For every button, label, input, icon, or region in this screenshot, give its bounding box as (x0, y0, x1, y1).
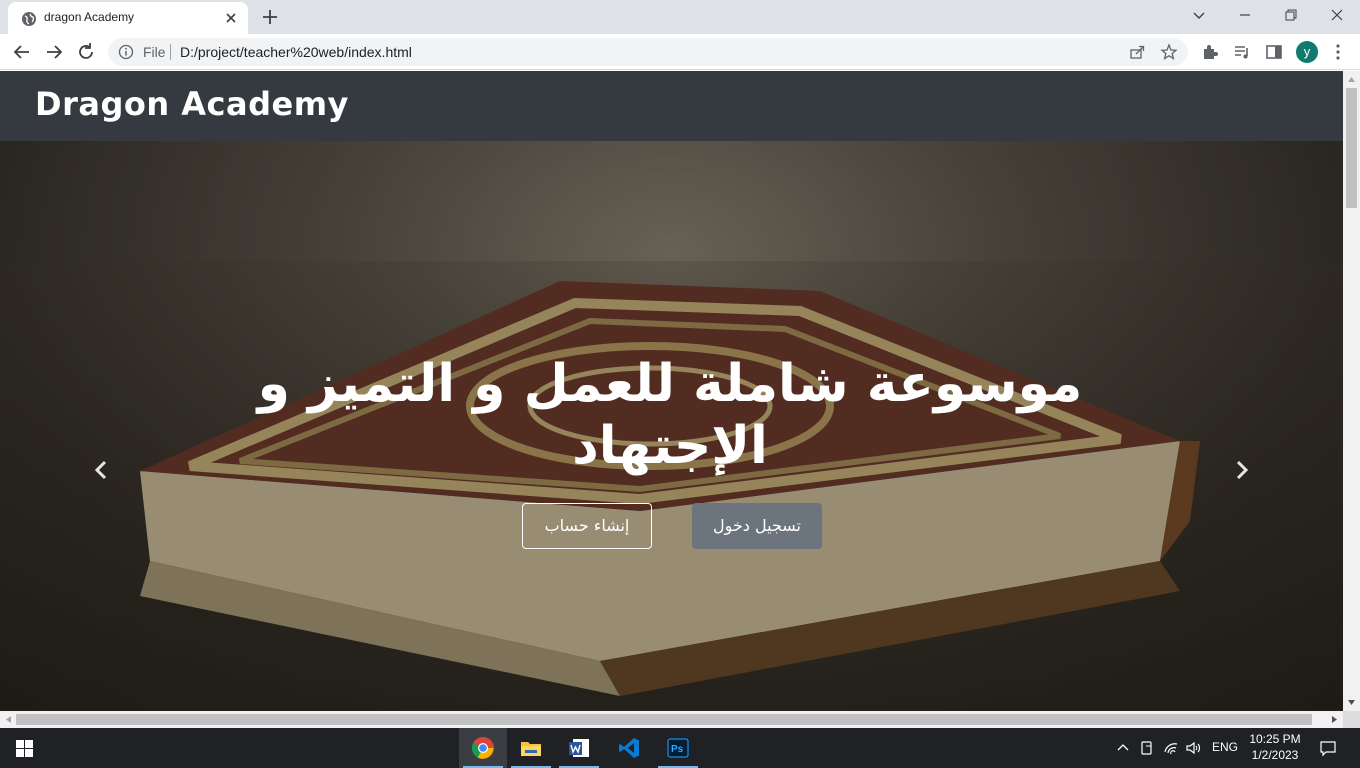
chevron-up-icon[interactable] (1114, 739, 1132, 757)
clock-time: 10:25 PM (1249, 732, 1301, 746)
photoshop-icon: Ps (667, 738, 689, 758)
device-icon[interactable] (1138, 739, 1156, 757)
scroll-down-icon[interactable] (1347, 698, 1356, 707)
brand-logo[interactable]: Dragon Academy (35, 85, 349, 123)
word-icon (569, 739, 589, 757)
volume-icon[interactable] (1185, 739, 1203, 757)
back-arrow-icon[interactable] (10, 40, 34, 64)
browser-toolbar: File D:/project/teacher%20web/index.html… (0, 34, 1360, 70)
vertical-scroll-thumb[interactable] (1346, 88, 1357, 208)
close-icon (1331, 9, 1343, 21)
bookmark-star-icon[interactable] (1160, 43, 1178, 61)
login-button[interactable]: تسجيل دخول (692, 503, 822, 549)
info-icon[interactable] (118, 44, 134, 60)
scroll-right-icon[interactable] (1330, 715, 1339, 724)
scroll-up-icon[interactable] (1347, 75, 1356, 84)
input-language[interactable]: ENG (1212, 740, 1238, 754)
new-tab-button[interactable] (259, 6, 281, 28)
tab-title: dragon Academy (44, 10, 135, 24)
close-window-button[interactable] (1314, 0, 1360, 30)
horizontal-scroll-thumb[interactable] (16, 714, 1312, 725)
hero-heading: موسوعة شاملة للعمل و التميز و الإجتهاد (257, 354, 1083, 476)
scroll-left-icon[interactable] (4, 715, 13, 724)
wifi-icon[interactable] (1162, 739, 1180, 757)
tab-search-button[interactable] (1176, 0, 1222, 30)
hero-carousel: موسوعة شاملة للعمل و التميز و الإجتهاد إ… (0, 141, 1343, 711)
clock[interactable]: 10:25 PM 1/2/2023 (1244, 731, 1306, 763)
page-viewport: Dragon Academy موسوعة شاملة للعمل و التم… (0, 71, 1343, 711)
scheme-label: File (143, 44, 166, 60)
taskbar-vscode[interactable] (605, 728, 653, 768)
address-divider (170, 44, 171, 60)
chrome-icon (472, 737, 494, 759)
vscode-icon (619, 738, 639, 758)
vertical-scrollbar[interactable] (1343, 71, 1360, 711)
media-queue-icon[interactable] (1232, 42, 1252, 62)
share-icon[interactable] (1128, 43, 1146, 61)
taskbar-photoshop[interactable]: Ps (654, 728, 702, 768)
notification-icon[interactable] (1319, 739, 1337, 757)
restore-button[interactable] (1268, 0, 1314, 30)
taskbar-chrome[interactable] (459, 728, 507, 768)
browser-tab-strip: dragon Academy (0, 0, 1360, 34)
horizontal-scrollbar[interactable] (0, 711, 1343, 728)
minimize-icon (1240, 14, 1250, 16)
extensions-puzzle-icon[interactable] (1200, 42, 1220, 62)
kebab-menu-icon[interactable] (1328, 42, 1348, 62)
forward-arrow-icon[interactable] (42, 40, 66, 64)
address-bar[interactable]: File D:/project/teacher%20web/index.html (108, 38, 1188, 66)
taskbar-file-explorer[interactable] (507, 728, 555, 768)
browser-tab[interactable]: dragon Academy (8, 2, 248, 34)
folder-icon (521, 742, 541, 756)
close-tab-icon[interactable] (222, 9, 240, 27)
windows-taskbar: Ps ENG 10:25 PM 1/2/2023 (0, 728, 1360, 768)
clock-date: 1/2/2023 (1251, 748, 1299, 762)
windows-start-icon[interactable] (16, 740, 33, 757)
site-navbar: Dragon Academy (0, 71, 1343, 141)
svg-text:Ps: Ps (671, 744, 684, 755)
chevron-down-icon (1193, 12, 1205, 19)
register-button[interactable]: إنشاء حساب (522, 503, 652, 549)
profile-avatar[interactable]: y (1296, 41, 1318, 63)
globe-icon (22, 12, 36, 26)
reload-icon[interactable] (74, 40, 98, 64)
address-url[interactable]: D:/project/teacher%20web/index.html (180, 44, 412, 60)
minimize-button[interactable] (1222, 0, 1268, 30)
carousel-prev-icon[interactable] (90, 458, 114, 482)
carousel-next-icon[interactable] (1229, 458, 1253, 482)
restore-icon (1285, 9, 1297, 21)
side-panel-icon[interactable] (1264, 42, 1284, 62)
scrollbar-corner (1343, 711, 1360, 728)
taskbar-word[interactable] (555, 728, 603, 768)
